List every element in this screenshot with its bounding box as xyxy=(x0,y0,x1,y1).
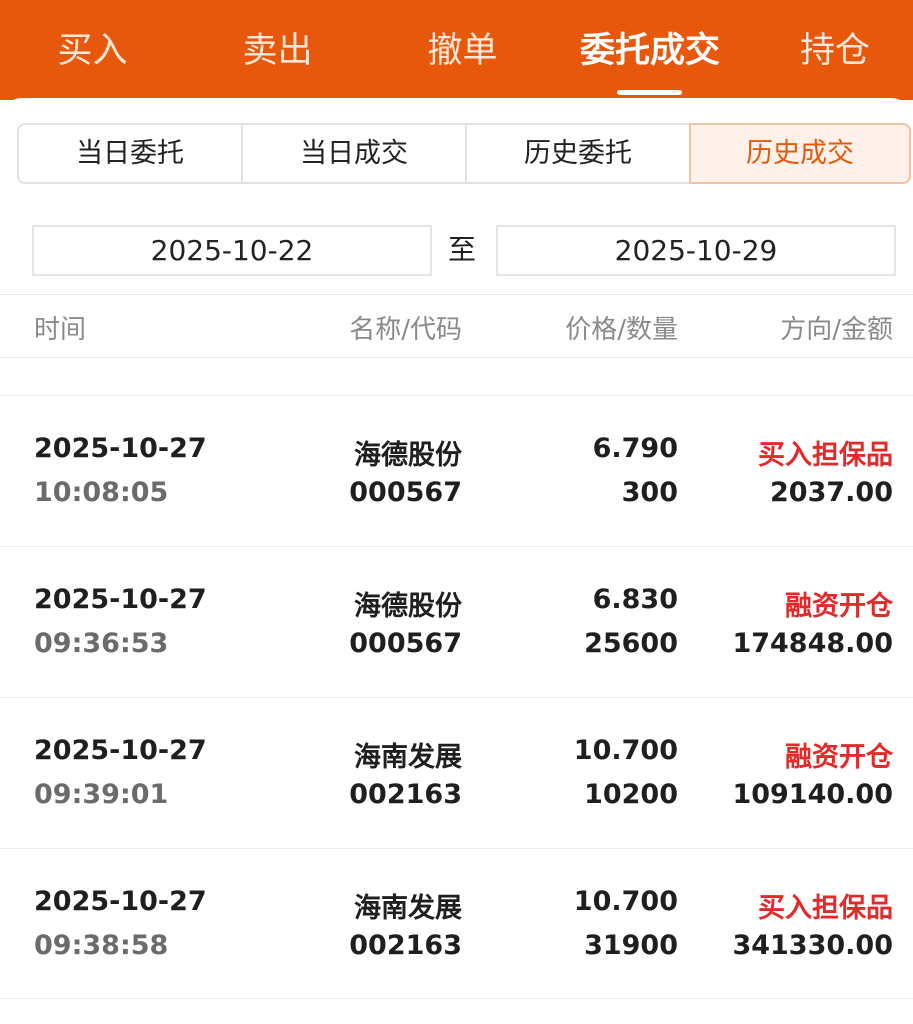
top-tab-bar: 买入 卖出 撤单 委托成交 持仓 xyxy=(0,0,913,100)
trade-date: 2025-10-27 xyxy=(34,886,207,917)
subtab-today-trades[interactable]: 当日成交 xyxy=(241,123,467,184)
subtab-today-orders[interactable]: 当日委托 xyxy=(17,123,243,184)
table-row[interactable]: 2025-10-27 09:38:58 海南发展 002163 10.700 3… xyxy=(0,848,913,999)
trade-time: 09:38:58 xyxy=(34,930,169,961)
active-tab-indicator xyxy=(617,90,682,95)
trade-date: 2025-10-27 xyxy=(34,735,207,766)
trade-time: 09:36:53 xyxy=(34,628,169,659)
table-row[interactable]: 2025-10-27 09:39:01 海南发展 002163 10.700 1… xyxy=(0,697,913,847)
trade-direction: 买入担保品 xyxy=(758,893,893,924)
table-header: 时间 名称/代码 价格/数量 方向/金额 xyxy=(0,294,913,358)
trade-price: 10.700 xyxy=(573,735,678,766)
trade-price: 6.790 xyxy=(592,433,678,464)
stock-code: 000567 xyxy=(349,628,462,659)
trade-direction: 融资开仓 xyxy=(785,742,893,773)
stock-code: 000567 xyxy=(349,477,462,508)
trade-date: 2025-10-27 xyxy=(34,584,207,615)
date-range-separator: 至 xyxy=(448,233,477,266)
trade-amount: 341330.00 xyxy=(732,930,893,961)
trade-quantity: 31900 xyxy=(584,930,678,961)
trade-amount: 2037.00 xyxy=(770,477,893,508)
trade-amount: 174848.00 xyxy=(732,628,893,659)
trade-amount: 109140.00 xyxy=(732,779,893,810)
stock-name: 海德股份 xyxy=(354,591,462,622)
header-name-code: 名称/代码 xyxy=(349,315,462,345)
trade-price: 10.700 xyxy=(573,886,678,917)
start-date-field[interactable]: 2025-10-22 xyxy=(32,225,432,276)
header-time: 时间 xyxy=(34,315,87,345)
stock-name: 海德股份 xyxy=(354,440,462,471)
tab-positions[interactable]: 持仓 xyxy=(780,26,890,76)
stock-code: 002163 xyxy=(349,779,462,810)
tab-buy[interactable]: 买入 xyxy=(40,26,145,76)
stock-name: 海南发展 xyxy=(354,742,462,773)
subtab-history-trades[interactable]: 历史成交 xyxy=(689,123,911,184)
tab-orders-trades[interactable]: 委托成交 xyxy=(560,26,740,76)
stock-code: 002163 xyxy=(349,930,462,961)
trade-quantity: 25600 xyxy=(584,628,678,659)
end-date-field[interactable]: 2025-10-29 xyxy=(496,225,896,276)
trade-time: 10:08:05 xyxy=(34,477,169,508)
tab-cancel-order[interactable]: 撤单 xyxy=(410,26,515,76)
trade-price: 6.830 xyxy=(592,584,678,615)
stock-name: 海南发展 xyxy=(354,893,462,924)
trade-direction: 买入担保品 xyxy=(758,440,893,471)
header-direction-amount: 方向/金额 xyxy=(780,315,893,345)
trade-quantity: 10200 xyxy=(584,779,678,810)
trade-direction: 融资开仓 xyxy=(785,591,893,622)
table-row[interactable]: 2025-10-27 10:08:05 海德股份 000567 6.790 30… xyxy=(0,395,913,545)
subtab-history-orders[interactable]: 历史委托 xyxy=(465,123,691,184)
trade-time: 09:39:01 xyxy=(34,779,169,810)
header-price-qty: 价格/数量 xyxy=(565,315,678,345)
trade-quantity: 300 xyxy=(621,477,678,508)
tab-sell[interactable]: 卖出 xyxy=(225,26,330,76)
table-row[interactable]: 2025-10-27 09:36:53 海德股份 000567 6.830 25… xyxy=(0,546,913,696)
trade-date: 2025-10-27 xyxy=(34,433,207,464)
